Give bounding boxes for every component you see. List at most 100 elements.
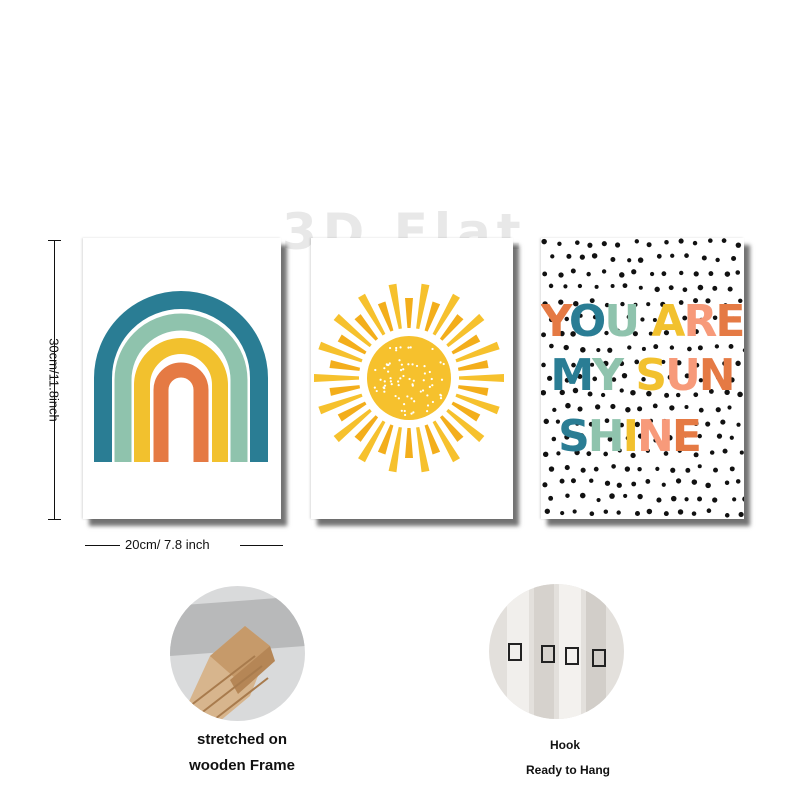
sun-ray	[358, 293, 386, 336]
polka-dot	[669, 405, 675, 411]
polka-dot	[580, 467, 586, 473]
polka-dot	[722, 448, 728, 454]
polka-dot	[611, 464, 616, 469]
polka-dot	[591, 253, 598, 259]
height-dimension-label: 30cm/11.8inch	[46, 338, 62, 422]
sun-ray	[329, 385, 361, 396]
sun-speckle	[413, 400, 416, 403]
polka-dot	[656, 497, 662, 503]
polka-dot	[565, 402, 571, 409]
polka-dot	[589, 511, 595, 517]
width-dimension-line-left	[85, 545, 120, 546]
sun-speckle	[408, 377, 411, 381]
sun-speckle	[421, 389, 425, 392]
polka-dot	[727, 405, 732, 410]
text-art: YOU ARE MY SUN SHINE	[541, 238, 744, 518]
polka-dot	[566, 253, 572, 259]
polka-dot	[649, 271, 655, 277]
polka-dot	[713, 467, 718, 473]
polka-dot	[603, 509, 609, 514]
polka-dot	[624, 466, 631, 472]
polka-dot	[736, 422, 741, 427]
polka-dot	[664, 239, 669, 245]
polka-dot	[601, 241, 607, 247]
polka-dot	[586, 271, 591, 277]
sun-speckle	[398, 359, 401, 362]
rainbow-arc-inner	[153, 362, 209, 462]
polka-dot	[670, 467, 676, 473]
polka-dot	[706, 508, 712, 514]
canvas-panel-sun	[311, 238, 513, 519]
sun-speckle	[422, 379, 425, 382]
polka-dot	[577, 283, 583, 289]
sun-speckle	[423, 372, 426, 375]
sun-speckle	[426, 394, 429, 397]
polka-dot	[541, 389, 547, 396]
sun-speckle	[428, 385, 431, 388]
polka-dot	[559, 478, 565, 484]
sun-speckle	[383, 387, 386, 390]
sun-speckle	[373, 386, 376, 389]
polka-dot	[682, 287, 688, 293]
sun-speckle	[425, 410, 429, 413]
sun-speckle	[389, 380, 392, 383]
polka-dot	[677, 509, 684, 515]
polka-dot	[646, 242, 652, 248]
polka-dot	[638, 285, 643, 290]
sun-speckle	[426, 404, 430, 407]
polka-dot	[742, 348, 744, 353]
sun-speckle	[431, 347, 434, 351]
polka-dot	[542, 271, 548, 277]
polka-dot	[721, 238, 727, 243]
caption-hook-line-2: Ready to Hang	[525, 763, 610, 777]
sun-disc	[367, 336, 451, 420]
sun-speckle	[431, 400, 435, 404]
polka-dot	[684, 497, 689, 502]
polka-dot	[678, 238, 684, 244]
polka-dot	[652, 403, 658, 409]
polka-dot	[631, 481, 637, 487]
hook-photo	[489, 584, 624, 719]
sun-speckle	[399, 346, 402, 349]
polka-dot	[716, 433, 723, 439]
polka-dot	[610, 257, 616, 262]
sun-art	[314, 283, 504, 473]
polka-dot	[594, 284, 599, 289]
polka-dot	[684, 404, 689, 410]
sun-ray	[405, 298, 413, 328]
polka-dot	[589, 478, 594, 483]
sun-speckle	[428, 370, 431, 374]
sun-speckle	[388, 362, 391, 365]
sun-speckle	[404, 413, 407, 417]
polka-dot	[543, 418, 549, 425]
polka-dot	[560, 511, 565, 516]
polka-dot	[735, 242, 742, 248]
sun-ray	[329, 360, 361, 371]
polka-dot	[594, 404, 601, 410]
polka-dot	[708, 238, 713, 243]
polka-dot	[548, 495, 554, 501]
sun-ray	[314, 374, 359, 382]
polka-dot	[579, 492, 586, 499]
polka-dot	[663, 511, 669, 517]
polka-dot	[735, 479, 741, 484]
polka-dot	[697, 496, 703, 502]
sun-speckle	[374, 368, 377, 372]
polka-dot	[563, 284, 568, 289]
wooden-frame-photo	[170, 586, 305, 721]
polka-dot	[712, 497, 718, 503]
sun-speckle	[383, 384, 387, 387]
polka-dot	[732, 497, 737, 502]
sun-speckle	[383, 380, 386, 383]
sun-speckle	[383, 367, 386, 370]
sun-speckle	[383, 390, 386, 393]
polka-dot	[691, 511, 697, 516]
polka-dot	[541, 238, 547, 245]
polka-dot	[616, 482, 622, 488]
polka-dot	[541, 362, 546, 368]
polka-dot	[731, 255, 737, 262]
sun-speckle	[415, 364, 419, 368]
polka-dot	[661, 271, 667, 277]
sun-speckle	[403, 409, 406, 413]
sun-speckle	[430, 377, 433, 381]
